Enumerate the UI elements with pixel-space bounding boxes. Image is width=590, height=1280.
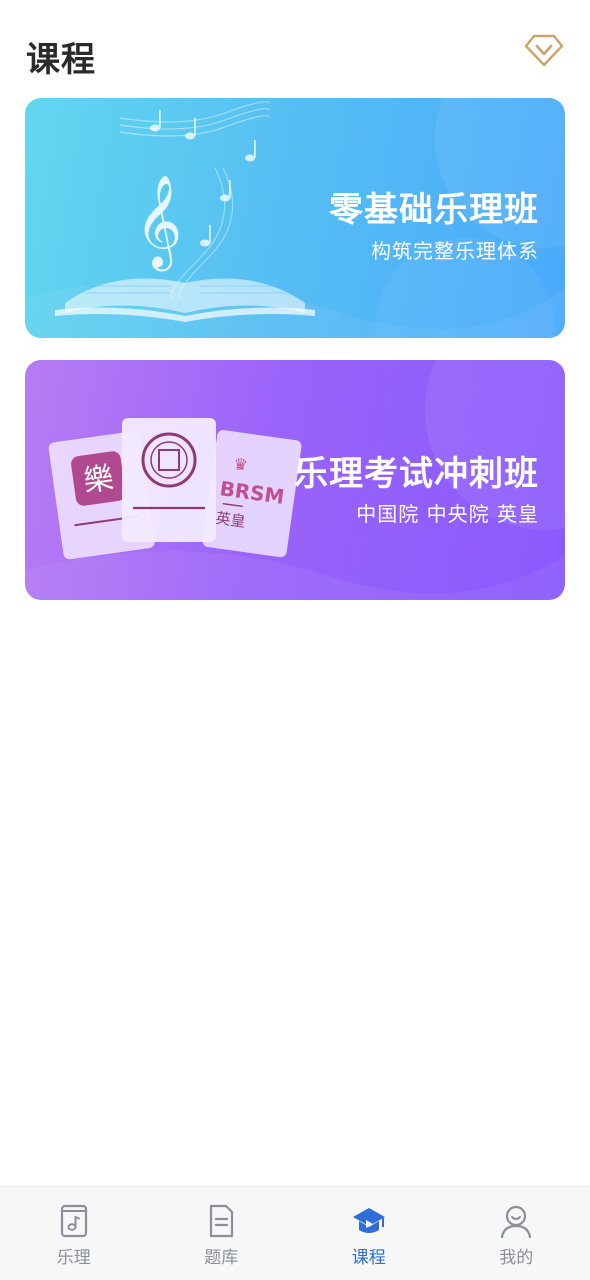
tab-mine[interactable]: 我的	[443, 1187, 590, 1280]
course-title: 乐理考试冲刺班	[294, 454, 539, 494]
tab-label: 乐理	[56, 1248, 91, 1268]
vip-button[interactable]	[524, 32, 564, 68]
tab-label: 我的	[499, 1248, 534, 1268]
course-card-basic[interactable]: 𝄞 零基础乐理班 构筑完整乐理体系	[25, 98, 565, 338]
tab-question-bank[interactable]: 题库	[148, 1187, 296, 1280]
course-card-exam[interactable]: 樂 ♛ BRSM 英皇 乐理考试冲刺班 中国院 中央院 英皇	[25, 360, 565, 600]
course-title: 零基础乐理班	[329, 190, 539, 230]
course-subtitle: 构筑完整乐理体系	[371, 239, 539, 263]
document-icon	[210, 1204, 234, 1238]
course-subtitle: 中国院 中央院 英皇	[356, 502, 539, 526]
header: 课程	[0, 0, 590, 90]
diamond-icon	[524, 34, 564, 67]
svg-text:樂: 樂	[81, 461, 116, 500]
user-icon	[501, 1205, 532, 1239]
page-title: 课程	[26, 40, 96, 80]
tab-courses[interactable]: 课程	[295, 1187, 443, 1280]
music-book-icon	[60, 1204, 87, 1238]
svg-text:♛: ♛	[232, 454, 249, 475]
tab-label: 课程	[351, 1248, 386, 1268]
svg-text:𝄞: 𝄞	[135, 174, 182, 271]
tab-label: 题库	[204, 1248, 239, 1268]
bottom-tab-bar: 乐理 题库 课程 我的	[0, 1186, 590, 1280]
tab-music-theory[interactable]: 乐理	[0, 1187, 148, 1280]
graduation-cap-icon	[352, 1208, 385, 1233]
